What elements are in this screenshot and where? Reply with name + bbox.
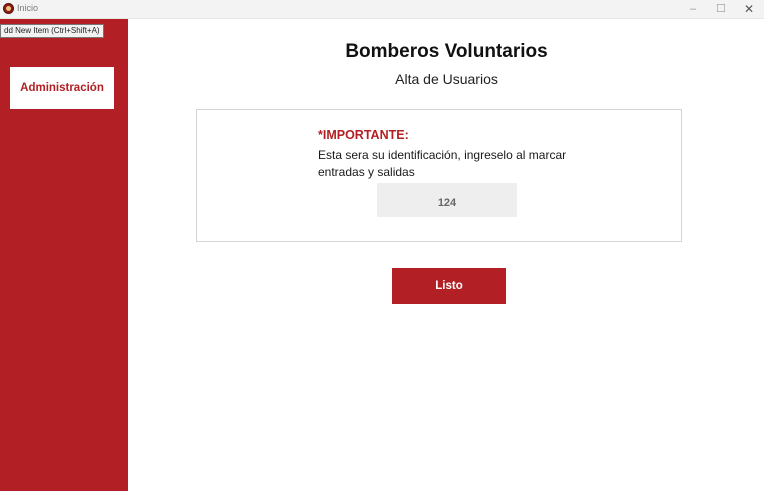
sidebar-item-administracion[interactable]: Administración (10, 67, 114, 109)
window-titlebar: Inicio – ☐ ✕ (0, 0, 764, 19)
important-text: Esta sera su identificación, ingreselo a… (318, 148, 567, 179)
add-new-item-tooltip: dd New Item (Ctrl+Shift+A) (0, 24, 104, 38)
identification-panel: *IMPORTANTE: Esta sera su identificación… (196, 109, 682, 242)
listo-button[interactable]: Listo (392, 268, 506, 304)
window-title: Inicio (17, 3, 39, 13)
maximize-icon[interactable]: ☐ (708, 1, 734, 17)
page-subtitle: Alta de Usuarios (395, 71, 498, 87)
important-label: *IMPORTANTE: (318, 128, 409, 142)
close-icon[interactable]: ✕ (736, 1, 762, 17)
bomberos-logo-icon (3, 3, 14, 14)
sidebar: Administración (0, 19, 128, 491)
page-title: Bomberos Voluntarios (345, 41, 548, 62)
minimize-icon[interactable]: – (680, 1, 706, 17)
user-id-field[interactable] (377, 183, 517, 217)
